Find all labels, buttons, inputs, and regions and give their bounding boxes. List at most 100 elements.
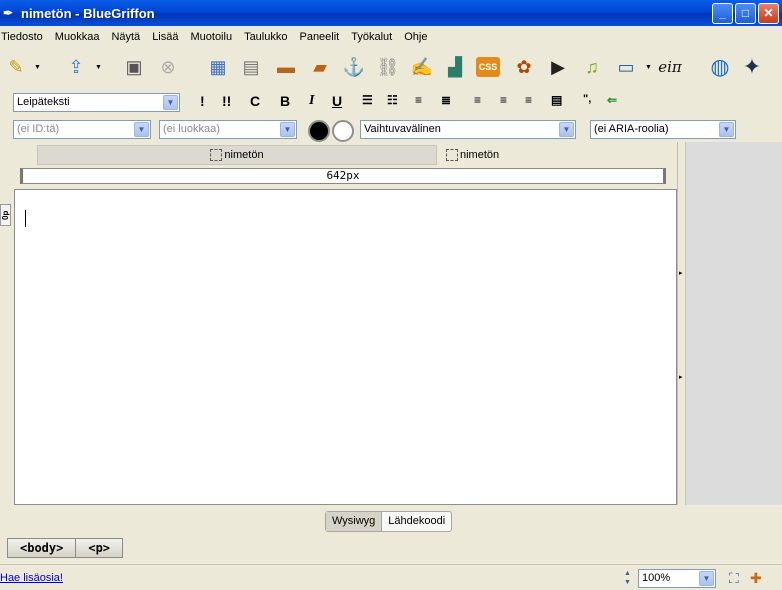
wysiwyg-view-button[interactable]: Wysiwyg bbox=[326, 512, 383, 531]
aria-select-value: (ei ARIA-roolia) bbox=[594, 123, 669, 135]
text-caret bbox=[25, 210, 26, 227]
flower-icon[interactable]: ✿ bbox=[510, 53, 538, 81]
font-select-value: Vaihtuvavälinen bbox=[364, 123, 441, 135]
app-icon: ✒ bbox=[3, 6, 14, 20]
maximize-button[interactable]: □ bbox=[735, 2, 756, 24]
bold-button[interactable]: B bbox=[280, 93, 290, 109]
form-icon[interactable]: ✍ bbox=[408, 53, 436, 81]
tab-label: nimetön bbox=[224, 149, 264, 161]
chevron-down-icon: ▼ bbox=[134, 122, 149, 137]
link-icon[interactable]: ⛓ bbox=[374, 53, 402, 81]
globe-icon[interactable]: ◍ bbox=[706, 53, 734, 81]
id-select[interactable]: (ei ID:tä) ▼ bbox=[13, 120, 151, 139]
video-icon[interactable]: ▶ bbox=[544, 53, 572, 81]
tab-document-2[interactable]: nimetön bbox=[440, 145, 670, 165]
emphasis-button[interactable]: ! bbox=[200, 93, 205, 109]
minimize-button[interactable]: _ bbox=[712, 2, 733, 24]
menu-view[interactable]: Näytä bbox=[110, 31, 146, 43]
images-icon[interactable]: ▰ bbox=[306, 53, 334, 81]
zoom-select[interactable]: 100% ▼ bbox=[638, 569, 716, 588]
save-icon[interactable]: ▣ bbox=[120, 53, 148, 81]
menu-bar: Tiedosto Muokkaa Näytä Lisää Muotoilu Ta… bbox=[0, 26, 782, 47]
collapse-arrow-icon[interactable]: ▸ bbox=[679, 373, 683, 381]
outdent-icon[interactable]: ≡ bbox=[415, 93, 422, 107]
format-toolbar: Leipäteksti ▼ ! !! C B I U ☰ ☷ ≡ ≣ ≡ ≡ ≡… bbox=[0, 89, 782, 116]
audio-icon[interactable]: ♫ bbox=[578, 53, 606, 81]
main-toolbar: ✎ ▼ ⇪ ▼ ▣ ⊗ ▦ ▤ ▬ ▰ ⚓ ⛓ ✍ ▟ CSS ✿ ▶ ♫ ▭ … bbox=[0, 49, 782, 87]
italic-button[interactable]: I bbox=[309, 93, 314, 109]
image-icon[interactable]: ▬ bbox=[272, 53, 300, 81]
css-icon[interactable]: CSS bbox=[476, 57, 500, 77]
open-icon[interactable]: ⇪ bbox=[62, 53, 90, 81]
class-select-value: (ei luokkaa) bbox=[163, 123, 220, 135]
chevron-down-icon: ▼ bbox=[699, 571, 714, 586]
width-ruler: 642px bbox=[20, 168, 666, 184]
title-bar: ✒ nimetön - BlueGriffon _ □ ✕ bbox=[0, 0, 782, 26]
paragraph-style-value: Leipäteksti bbox=[17, 96, 70, 108]
aria-select[interactable]: (ei ARIA-roolia) ▼ bbox=[590, 120, 736, 139]
close-button[interactable]: ✕ bbox=[758, 2, 779, 24]
chevron-down-icon: ▼ bbox=[719, 122, 734, 137]
menu-tools[interactable]: Työkalut bbox=[350, 31, 398, 43]
table-icon[interactable]: ▦ bbox=[204, 53, 232, 81]
font-select[interactable]: Vaihtuvavälinen ▼ bbox=[360, 120, 576, 139]
justify-icon[interactable]: ▤ bbox=[551, 93, 562, 107]
source-view-button[interactable]: Lähdekoodi bbox=[382, 512, 451, 531]
window-title: nimetön - BlueGriffon bbox=[21, 5, 155, 21]
align-right-icon[interactable]: ≡ bbox=[525, 93, 532, 107]
dir-icon[interactable]: ⇐ bbox=[607, 93, 617, 107]
fullscreen-icon[interactable]: ⛶ bbox=[729, 570, 745, 586]
stop-icon[interactable]: ⊗ bbox=[154, 53, 182, 81]
editor-canvas[interactable] bbox=[14, 189, 677, 505]
indent-icon[interactable]: ≣ bbox=[441, 93, 451, 107]
menu-panels[interactable]: Paneelit bbox=[298, 31, 345, 43]
menu-table[interactable]: Taulukko bbox=[243, 31, 293, 43]
paragraph-marker: 0p bbox=[0, 204, 11, 226]
table-border-icon[interactable]: ▤ bbox=[237, 53, 265, 81]
chevron-down-icon: ▼ bbox=[559, 122, 574, 137]
menu-insert[interactable]: Lisää bbox=[151, 31, 184, 43]
breadcrumb-body[interactable]: <body> bbox=[7, 538, 77, 558]
underline-button[interactable]: U bbox=[332, 93, 342, 109]
align-left-icon[interactable]: ≡ bbox=[474, 93, 481, 107]
chevron-down-icon: ▼ bbox=[280, 122, 295, 137]
window-icon[interactable]: ▭ bbox=[612, 53, 640, 81]
new-dropdown-arrow[interactable]: ▼ bbox=[34, 64, 41, 71]
strong-emphasis-button[interactable]: !! bbox=[222, 93, 231, 109]
menu-edit[interactable]: Muokkaa bbox=[54, 31, 106, 43]
math-icon[interactable]: eiπ bbox=[656, 53, 684, 81]
griffin-icon[interactable]: ✦ bbox=[738, 53, 766, 81]
breadcrumb-p[interactable]: <p> bbox=[75, 538, 124, 558]
zoom-value: 100% bbox=[642, 572, 671, 584]
tab-label: nimetön bbox=[460, 149, 500, 161]
document-tabs: nimetön nimetön bbox=[0, 142, 680, 165]
attribute-toolbar: (ei ID:tä) ▼ (ei luokkaa) ▼ Vaihtuvaväli… bbox=[0, 116, 782, 142]
quote-icon[interactable]: ", bbox=[583, 93, 591, 105]
ordered-list-icon[interactable]: ☷ bbox=[387, 93, 398, 107]
code-button[interactable]: C bbox=[250, 93, 260, 109]
tab-document-1[interactable]: nimetön bbox=[37, 145, 437, 165]
open-dropdown-arrow[interactable]: ▼ bbox=[95, 64, 102, 71]
foreground-color-button[interactable] bbox=[308, 120, 330, 142]
align-center-icon[interactable]: ≡ bbox=[500, 93, 507, 107]
class-select[interactable]: (ei luokkaa) ▼ bbox=[159, 120, 297, 139]
zoom-spinner[interactable]: ▲ ▼ bbox=[621, 569, 634, 589]
status-bar: Hae lisäosia! ▲ ▼ 100% ▼ ⛶ ✚ bbox=[0, 564, 782, 590]
menu-file[interactable]: Tiedosto bbox=[0, 31, 49, 43]
panel-splitter[interactable]: ▸ ▸ bbox=[677, 142, 685, 505]
menu-help[interactable]: Ohje bbox=[403, 31, 433, 43]
chevron-down-icon: ▼ bbox=[163, 95, 178, 110]
background-color-button[interactable] bbox=[332, 120, 354, 142]
side-panel bbox=[685, 142, 782, 505]
view-switch: Wysiwyg Lähdekoodi bbox=[325, 511, 453, 532]
anchor-icon[interactable]: ⚓ bbox=[340, 53, 368, 81]
paragraph-style-select[interactable]: Leipäteksti ▼ bbox=[13, 93, 180, 112]
new-document-icon[interactable]: ✎ bbox=[2, 53, 30, 81]
blocks-icon[interactable]: ▟ bbox=[441, 53, 469, 81]
menu-format[interactable]: Muotoilu bbox=[189, 31, 238, 43]
addon-puzzle-icon[interactable]: ✚ bbox=[750, 570, 766, 586]
collapse-arrow-icon[interactable]: ▸ bbox=[679, 269, 683, 277]
window-dropdown-arrow[interactable]: ▼ bbox=[645, 64, 652, 71]
get-addons-link[interactable]: Hae lisäosia! bbox=[0, 572, 63, 584]
unordered-list-icon[interactable]: ☰ bbox=[362, 93, 373, 107]
